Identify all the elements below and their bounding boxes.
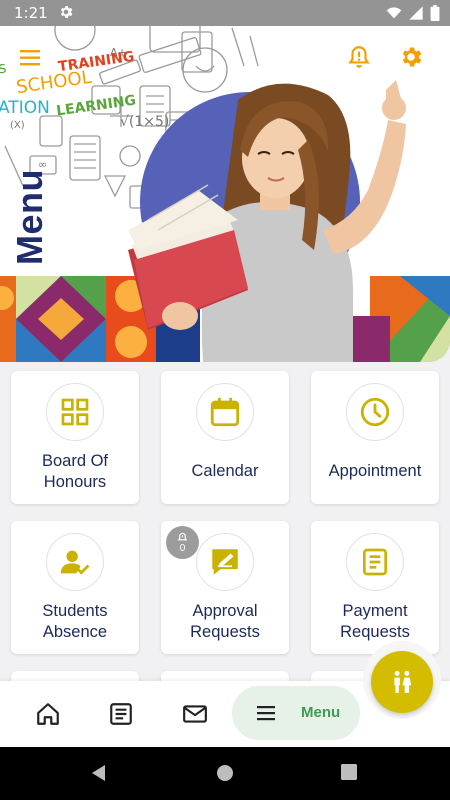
card-icon-circle: [196, 533, 254, 591]
children-icon: [394, 670, 412, 693]
pending-approvals-badge: 0: [166, 526, 199, 559]
wifi-icon: [386, 7, 402, 19]
recent-apps-icon[interactable]: [341, 764, 357, 780]
card-label: Approval Requests: [190, 602, 260, 641]
calendar-icon: [210, 397, 240, 427]
girl-reading-illustration: [128, 80, 406, 362]
badge-count: 0: [179, 542, 186, 554]
grid-icon: [61, 398, 89, 426]
card-label: Payment Requests: [340, 602, 410, 641]
card-appointment[interactable]: Appointment: [311, 371, 439, 504]
card-students-absence[interactable]: Students Absence: [11, 521, 139, 654]
card-approval-requests[interactable]: Approval Requests 0: [161, 521, 289, 654]
notifications-button[interactable]: [346, 44, 372, 70]
card-label: Calendar: [191, 462, 259, 480]
clock-icon: [360, 397, 390, 427]
hero-banner: √(1×5) A+ (X) ∞ TRAINING SCHOOL LEARNING…: [0, 0, 450, 362]
signature-icon: [212, 549, 238, 575]
bell-alert-icon: [177, 532, 188, 540]
card-label: Board Of Honours: [41, 452, 109, 491]
user-check-icon: [60, 550, 90, 575]
card-payment-requests[interactable]: Payment Requests: [311, 521, 439, 654]
menu-icon: [257, 706, 275, 721]
bell-alert-icon: [348, 46, 370, 68]
card-board-of-honours[interactable]: Board Of Honours: [11, 371, 139, 504]
system-navigation-bar: [0, 747, 450, 800]
card-icon-circle: [196, 383, 254, 441]
article-icon: [110, 703, 132, 725]
menu-title: Menu: [9, 169, 50, 265]
nav-menu-button[interactable]: Menu: [232, 686, 360, 740]
hamburger-menu-button[interactable]: [18, 48, 44, 68]
nav-news-button[interactable]: [108, 701, 134, 727]
card-label: Appointment: [328, 462, 422, 480]
cellular-signal-icon: [409, 6, 423, 20]
card-icon-circle: [346, 383, 404, 441]
document-icon: [363, 548, 387, 576]
gear-icon: [402, 47, 422, 67]
home-circle-icon[interactable]: [216, 764, 234, 782]
svg-text:(X): (X): [10, 120, 25, 131]
card-icon-circle: [46, 383, 104, 441]
card-icon-circle: [46, 533, 104, 591]
battery-icon: [430, 5, 440, 21]
students-fab-button[interactable]: [371, 651, 433, 713]
nav-messages-button[interactable]: [182, 701, 208, 727]
settings-notification-icon: [60, 6, 73, 18]
card-calendar[interactable]: Calendar: [161, 371, 289, 504]
status-bar: 1:21: [0, 0, 450, 26]
nav-home-button[interactable]: [35, 701, 61, 727]
back-icon[interactable]: [90, 764, 108, 782]
card-label: Students Absence: [42, 602, 108, 641]
mail-icon: [183, 705, 207, 723]
settings-button[interactable]: [398, 44, 424, 70]
status-time: 1:21: [14, 4, 48, 22]
hamburger-icon: [20, 50, 40, 66]
nav-menu-label: Menu: [301, 704, 341, 721]
doodle-word-ation: ATION: [0, 98, 50, 118]
home-icon: [37, 703, 59, 725]
card-icon-circle: [346, 533, 404, 591]
